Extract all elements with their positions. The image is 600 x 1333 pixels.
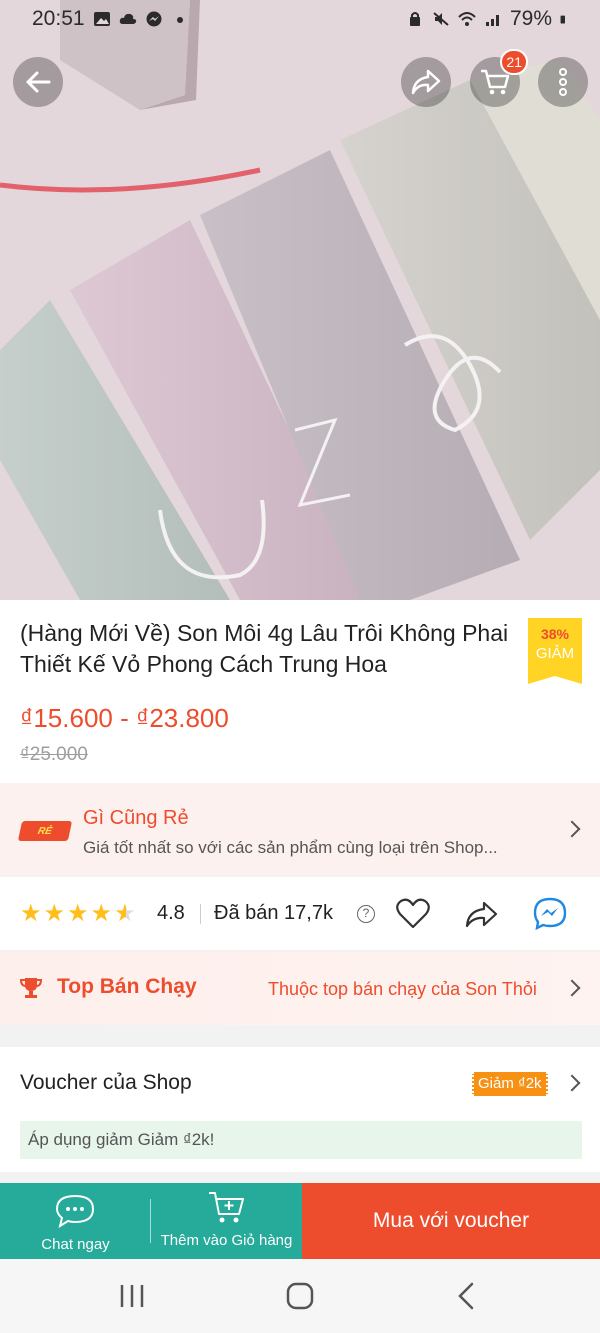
status-bar: 20:51 79% xyxy=(0,0,600,38)
back-button[interactable] xyxy=(13,57,63,107)
star-full-icon: ★ xyxy=(20,900,42,927)
rating-row: ★ ★ ★ ★ ★ 4.8 Đã bán 17,7k ? xyxy=(0,877,600,950)
add-to-cart-icon xyxy=(209,1192,244,1223)
cheap-banner-title: Gì Cũng Rẻ xyxy=(83,807,189,829)
chat-now-label: Chat ngay xyxy=(41,1236,110,1253)
dot-icon xyxy=(176,17,183,23)
star-full-icon: ★ xyxy=(43,900,66,927)
add-to-cart-button[interactable]: Thêm vào Giỏ hàng xyxy=(151,1183,302,1259)
cheap-banner-subtitle: Giá tốt nhất so với các sản phẩm cùng lo… xyxy=(83,838,498,857)
star-full-icon: ★ xyxy=(67,900,89,927)
cart-count-badge: 21 xyxy=(500,49,528,75)
voucher-title: Voucher của Shop xyxy=(20,1071,192,1094)
top-selling-subtitle: Thuộc top bán chạy của Son Thỏi xyxy=(268,979,537,999)
star-half-icon: ★ xyxy=(114,900,136,927)
recent-apps-icon[interactable] xyxy=(112,1281,152,1311)
divider xyxy=(200,904,201,924)
lock-icon xyxy=(409,12,420,26)
bottom-action-bar: Chat ngay Thêm vào Giỏ hàng Mua với vouc… xyxy=(0,1183,600,1259)
messenger-share-icon[interactable] xyxy=(532,896,568,932)
cloud-icon xyxy=(119,13,136,24)
original-price: ₫25.000 xyxy=(20,744,88,765)
share-icon[interactable] xyxy=(463,896,499,932)
cheap-logo-text: RẺ xyxy=(36,825,54,837)
sold-count: Đã bán 17,7k xyxy=(214,902,333,924)
price-range: ₫15.600 - ₫23.800 xyxy=(20,703,229,733)
star-full-icon: ★ xyxy=(90,900,113,927)
status-left: 20:51 xyxy=(32,7,189,31)
arrow-left-icon xyxy=(26,71,51,93)
add-to-cart-label: Thêm vào Giỏ hàng xyxy=(160,1232,293,1249)
shop-voucher-section[interactable]: Voucher của Shop Giảm ₫2k Áp dụng giảm G… xyxy=(0,1047,600,1172)
messenger-status-icon xyxy=(146,11,162,27)
rating-stars[interactable]: ★ ★ ★ ★ ★ xyxy=(20,901,136,927)
share-icon xyxy=(411,69,441,95)
top-selling-banner[interactable]: Top Bán Chạy Thuộc top bán chạy của Son … xyxy=(0,952,600,1025)
rating-score: 4.8 xyxy=(157,902,185,924)
share-top-button[interactable] xyxy=(401,57,451,107)
voucher-tag: Giảm ₫2k xyxy=(472,1072,548,1096)
discount-badge: 38% GIẢM xyxy=(528,618,582,684)
trophy-icon xyxy=(20,978,42,998)
discount-percent: 38% xyxy=(540,626,570,642)
system-nav-bar xyxy=(0,1259,600,1333)
help-icon[interactable]: ? xyxy=(357,905,375,923)
cart-button[interactable]: 21 xyxy=(470,49,528,107)
product-info: (Hàng Mới Về) Son Môi 4g Lâu Trôi Không … xyxy=(0,600,600,783)
chat-icon xyxy=(55,1194,95,1228)
back-nav-icon[interactable] xyxy=(448,1281,488,1311)
chat-now-button[interactable]: Chat ngay xyxy=(0,1183,151,1259)
heart-icon[interactable] xyxy=(395,896,431,932)
discount-label: GIẢM xyxy=(535,645,575,662)
chevron-right-icon xyxy=(563,979,581,997)
mute-icon xyxy=(433,12,449,26)
chevron-right-icon xyxy=(563,820,581,838)
product-title: (Hàng Mới Về) Son Môi 4g Lâu Trôi Không … xyxy=(20,620,509,677)
battery-percent: 79% xyxy=(509,7,552,30)
cheap-logo-icon: RẺ xyxy=(17,821,73,841)
more-button[interactable] xyxy=(538,57,588,107)
buy-with-voucher-button[interactable]: Mua với voucher xyxy=(302,1183,600,1259)
wifi-icon xyxy=(458,12,476,26)
home-icon[interactable] xyxy=(280,1281,320,1311)
cheap-banner[interactable]: RẺ Gì Cũng Rẻ Giá tốt nhất so với các sả… xyxy=(0,783,600,875)
more-vertical-icon xyxy=(559,68,567,96)
battery-icon xyxy=(560,15,565,24)
status-time: 20:51 xyxy=(32,7,85,30)
top-selling-title: Top Bán Chạy xyxy=(57,975,197,998)
voucher-note: Áp dụng giảm Giảm ₫2k! xyxy=(20,1121,582,1159)
chevron-right-icon xyxy=(563,1074,581,1092)
status-right: 79% xyxy=(406,7,570,31)
signal-icon xyxy=(485,15,499,26)
gallery-icon xyxy=(93,12,110,26)
